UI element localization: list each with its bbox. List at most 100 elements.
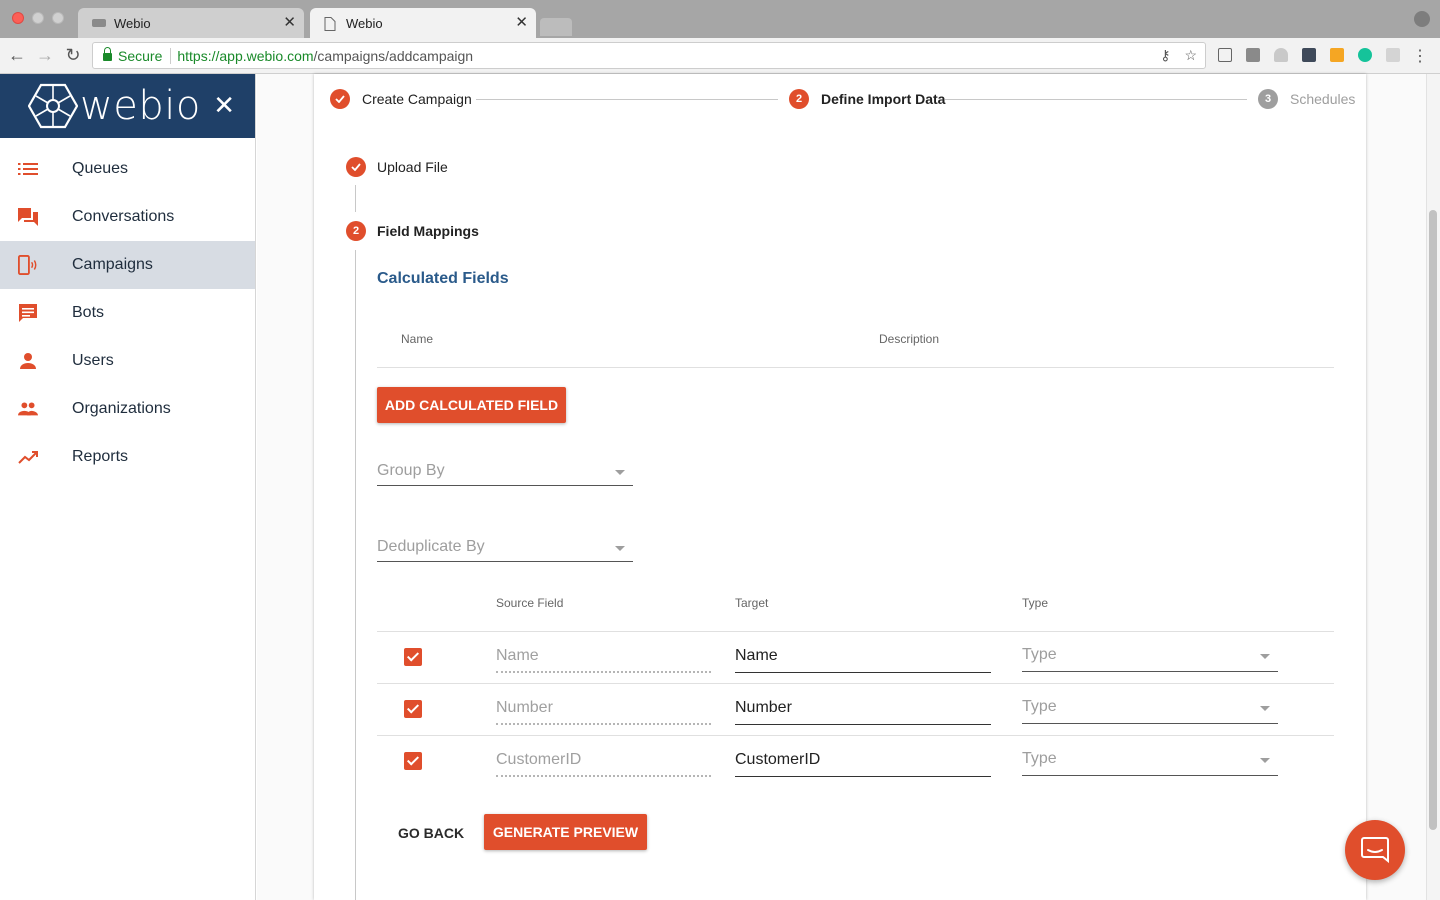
group-by-select[interactable]: Group By (377, 462, 633, 486)
step-number: 2 (789, 89, 809, 109)
row-divider (377, 683, 1334, 684)
sidebar-item-label: Queues (72, 160, 129, 177)
deduplicate-by-select[interactable]: Deduplicate By (377, 538, 633, 562)
source-field-input: Number (496, 699, 711, 725)
chevron-down-icon (615, 470, 625, 475)
chevron-down-icon (1260, 758, 1270, 763)
group-icon (18, 399, 38, 419)
reload-icon[interactable]: ↻ (62, 44, 84, 66)
password-manager-icon[interactable] (1302, 48, 1316, 62)
back-arrow-icon[interactable]: ← (6, 44, 28, 66)
browser-toolbar: ← → ↻ Secure https://app.webio.com/campa… (0, 38, 1440, 74)
column-header-target: Target (735, 596, 769, 610)
tab-close-icon[interactable]: ✕ (515, 15, 528, 30)
group-by-placeholder: Group By (377, 462, 445, 479)
step-label: Create Campaign (362, 91, 472, 107)
row-checkbox[interactable] (404, 700, 422, 718)
chevron-down-icon (1260, 706, 1270, 711)
extension-icon[interactable] (1246, 48, 1260, 62)
step-create-campaign[interactable]: Create Campaign (330, 89, 472, 109)
bookmark-star-icon[interactable]: ☆ (1184, 47, 1197, 63)
chevron-down-icon (1260, 654, 1270, 659)
type-placeholder: Type (1022, 750, 1057, 767)
tab-title: Webio (346, 15, 383, 31)
cast-icon[interactable] (1218, 48, 1232, 62)
webio-favicon-icon (92, 17, 106, 29)
chat-bubble-icon (1361, 837, 1389, 863)
new-tab-button[interactable] (540, 18, 572, 36)
sidebar-item-queues[interactable]: Queues (0, 145, 255, 193)
substep-upload-file[interactable]: Upload File (346, 157, 448, 177)
step-define-import-data[interactable]: 2 Define Import Data (789, 89, 945, 109)
row-divider (377, 735, 1334, 736)
target-field-input[interactable]: Name (735, 647, 991, 673)
sidebar-item-organizations[interactable]: Organizations (0, 385, 255, 433)
address-bar[interactable]: Secure https://app.webio.com/campaigns/a… (92, 42, 1206, 69)
deduplicate-by-placeholder: Deduplicate By (377, 538, 485, 555)
type-placeholder: Type (1022, 646, 1057, 663)
table-divider (377, 367, 1334, 368)
grammarly-icon[interactable] (1358, 48, 1372, 62)
browser-tab[interactable]: Webio ✕ (78, 8, 304, 38)
add-calculated-field-button[interactable]: ADD CALCULATED FIELD (377, 387, 566, 423)
browser-tab-active[interactable]: Webio ✕ (310, 8, 536, 38)
url-separator (170, 47, 172, 64)
sidebar-item-label: Organizations (72, 400, 171, 417)
g-extension-icon[interactable] (1386, 48, 1400, 62)
step-label: Define Import Data (821, 91, 946, 107)
person-icon (18, 351, 38, 371)
window-close-button[interactable] (12, 12, 24, 24)
key-icon[interactable]: ⚷ (1160, 47, 1170, 63)
window-minimize-button[interactable] (32, 12, 44, 24)
add-extension-icon[interactable] (1330, 48, 1344, 62)
substep-label: Upload File (377, 159, 448, 175)
drive-icon[interactable] (1274, 48, 1288, 62)
sidebar-item-label: Campaigns (72, 256, 153, 273)
chevron-down-icon (615, 546, 625, 551)
substep-connector (355, 250, 356, 900)
chat-launcher-button[interactable] (1345, 820, 1405, 880)
row-checkbox[interactable] (404, 752, 422, 770)
sidebar-item-reports[interactable]: Reports (0, 433, 255, 481)
sidebar-item-bots[interactable]: Bots (0, 289, 255, 337)
target-field-input[interactable]: Number (735, 699, 991, 725)
phone-broadcast-icon (18, 255, 38, 275)
sidebar-item-label: Users (72, 352, 114, 369)
lock-icon (103, 47, 112, 61)
row-checkbox[interactable] (404, 648, 422, 666)
sidebar-item-conversations[interactable]: Conversations (0, 193, 255, 241)
browser-menu-icon[interactable]: ⋮ (1412, 46, 1428, 66)
window-zoom-button[interactable] (52, 12, 64, 24)
step-schedules[interactable]: 3 Schedules (1258, 89, 1355, 109)
sidebar-item-label: Reports (72, 448, 129, 465)
profile-icon[interactable] (1414, 11, 1430, 27)
tab-close-icon[interactable]: ✕ (283, 15, 296, 30)
secure-label: Secure (118, 47, 163, 64)
page-icon (324, 17, 338, 31)
trending-icon (18, 447, 38, 467)
substep-connector (355, 185, 356, 212)
sidebar-item-users[interactable]: Users (0, 337, 255, 385)
go-back-button[interactable]: GO BACK (390, 815, 472, 851)
substep-field-mappings[interactable]: 2 Field Mappings (346, 221, 479, 241)
substep-label: Field Mappings (377, 223, 479, 239)
table-divider (377, 631, 1334, 632)
tab-title: Webio (114, 15, 151, 31)
type-select[interactable]: Type (1022, 698, 1278, 724)
sidebar-item-campaigns[interactable]: Campaigns (0, 241, 255, 289)
step-number: 2 (346, 221, 366, 241)
step-number: 3 (1258, 89, 1278, 109)
source-field-input: CustomerID (496, 751, 711, 777)
list-icon (18, 159, 38, 179)
type-select[interactable]: Type (1022, 646, 1278, 672)
forward-arrow-icon[interactable]: → (34, 44, 56, 66)
calculated-fields-title: Calculated Fields (377, 270, 509, 287)
nav-list: Queues Conversations Campaigns Bots User… (0, 138, 255, 481)
close-sidebar-icon[interactable]: ✕ (213, 90, 235, 120)
check-icon (346, 157, 366, 177)
type-select[interactable]: Type (1022, 750, 1278, 776)
generate-preview-button[interactable]: GENERATE PREVIEW (484, 814, 647, 850)
target-field-input[interactable]: CustomerID (735, 751, 991, 777)
webio-logo-icon (28, 83, 78, 129)
scrollbar-thumb[interactable] (1429, 210, 1437, 830)
